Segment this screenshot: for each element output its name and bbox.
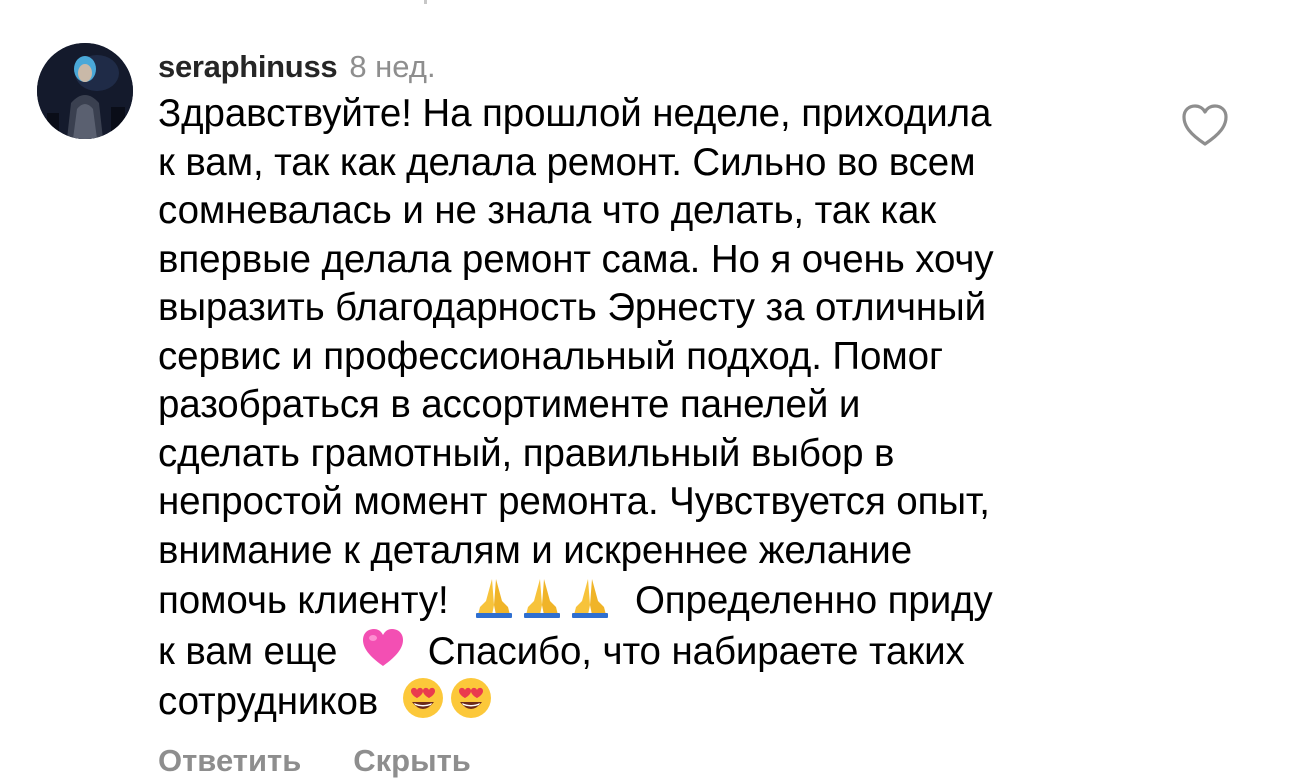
heart-eyes-face-icon [449,676,493,720]
heart-eyes-face-icon [401,676,445,720]
comment-line: к вам еще Спасибо, что набираете таких [158,626,1148,677]
comment-line-part: сотрудников [158,680,389,723]
comment-line: выразить благодарность Эрнесту за отличн… [158,286,987,329]
divider-mark [424,0,427,4]
comment-line: к вам, так как делала ремонт. Сильно во … [158,140,976,184]
comment-actions: Ответить Скрыть [158,738,471,784]
like-heart-icon[interactable] [1180,102,1230,148]
timestamp: 8 нед. [349,49,436,84]
folded-hands-icon [520,575,564,619]
reply-button[interactable]: Ответить [158,738,301,784]
comment-line-part: к вам еще [158,629,348,673]
comment-line: впервые делала ремонт сама. Но я очень х… [158,237,994,281]
comment-line: помочь клиенту! Определенно приду [158,575,1148,626]
comment-line: сотрудников [158,676,1148,727]
comment-line: внимание к деталям и искреннее желание [158,528,913,572]
avatar[interactable] [37,43,133,139]
comment-text: Здравствуйте! На прошлой неделе, приходи… [158,90,1148,727]
folded-hands-icon [472,575,516,619]
comment-line: сомневалась и не знала что делать, так к… [158,189,937,232]
comment-line: сервис и профессиональный подход. Помог [158,334,943,378]
comment-line: непростой момент ремонта. Чувствуется оп… [158,480,990,523]
hide-button[interactable]: Скрыть [353,738,471,784]
username[interactable]: seraphinuss [158,44,338,90]
comment-line-part: Определенно приду [624,579,993,622]
pink-heart-icon [361,626,405,670]
comment-line-part: помочь клиенту! [158,579,460,622]
comment-line: разобраться в ассортименте панелей и [158,383,861,426]
comment: seraphinuss 8 нед. Здравствуйте! На прош… [158,44,1148,727]
comment-line: сделать грамотный, правильный выбор в [158,431,895,475]
comment-line-part: Спасибо, что набираете таких [417,629,965,673]
folded-hands-icon [568,575,612,619]
comment-meta: seraphinuss 8 нед. [158,44,1148,90]
comment-line: Здравствуйте! На прошлой неделе, приходи… [158,92,992,135]
